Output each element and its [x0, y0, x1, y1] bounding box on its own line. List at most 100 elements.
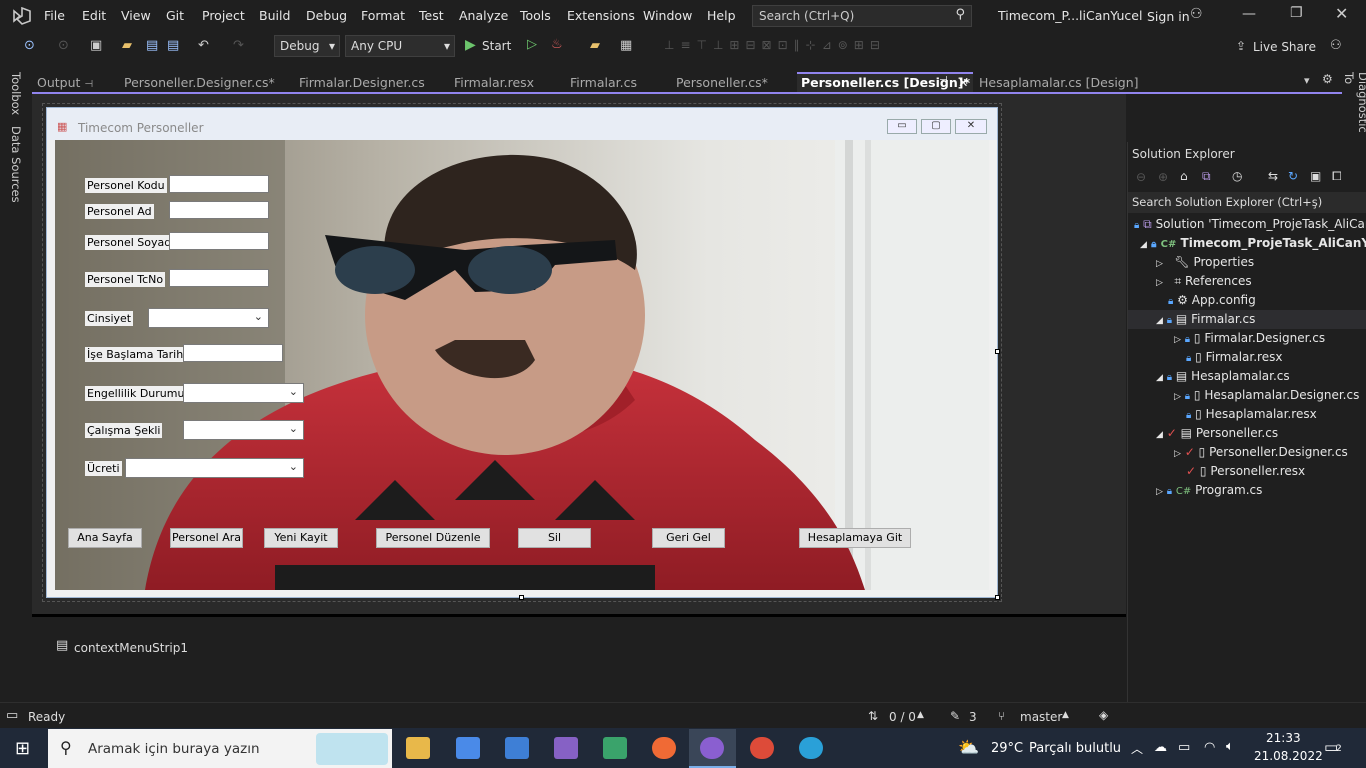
menu-window[interactable]: Window — [643, 8, 692, 23]
windows-start-icon[interactable]: ⊞ — [15, 738, 30, 759]
tree-item-properties[interactable]: ▷ 🔧︎ Properties — [1128, 253, 1366, 272]
config-select[interactable]: Debug ▾ — [274, 35, 340, 57]
mail-icon[interactable] — [505, 737, 529, 759]
textbox-ise-baslama-tarihi[interactable] — [183, 344, 283, 362]
minimize-icon[interactable]: — — [1242, 6, 1256, 22]
hot-reload-icon[interactable]: ♨ — [551, 37, 563, 52]
personel-ara-button[interactable]: Personel Ara — [170, 528, 243, 548]
sil-button[interactable]: Sil — [518, 528, 591, 548]
tab-output[interactable]: Output ⊣ — [33, 72, 97, 92]
geri-gel-button[interactable]: Geri Gel — [652, 528, 725, 548]
menu-analyze[interactable]: Analyze — [459, 8, 508, 23]
tab-personeller-design[interactable]: Personeller.cs [Design]* ⊣ ✕ — [797, 72, 973, 92]
tree-item-personeller-designer[interactable]: ▷ ✓ ▯ Personeller.Designer.cs — [1128, 443, 1366, 462]
save-all-icon[interactable]: ▤ — [167, 38, 179, 53]
weather-icon[interactable]: ⛅ — [958, 738, 979, 758]
onedrive-icon[interactable]: ☁ — [1154, 740, 1167, 755]
resize-handle-corner[interactable] — [995, 595, 1000, 600]
layout-icon[interactable]: ▦ — [620, 38, 632, 53]
history-icon[interactable]: ◷ — [1232, 169, 1242, 183]
open-folder-icon[interactable]: ▰ — [122, 38, 132, 53]
align-tools-icon[interactable]: ⊥≡⊤⊥⊞⊟⊠⊡∥⊹⊿⊚⊞⊟ — [664, 38, 886, 52]
excel-app-icon[interactable] — [603, 737, 627, 759]
start-button[interactable]: Start — [482, 39, 511, 53]
close-tab-icon[interactable]: ✕ — [958, 75, 968, 90]
gear-icon[interactable]: ⚙ — [1322, 72, 1333, 86]
vs-logo-icon[interactable] — [11, 6, 31, 25]
textbox-personel-ad[interactable] — [169, 201, 269, 219]
tree-item-hesaplamalar-resx[interactable]: 🔒︎ ▯ Hesaplamalar.resx — [1128, 405, 1366, 424]
platform-select[interactable]: Any CPU ▾ — [345, 35, 455, 57]
tab-firmalar-designer[interactable]: Firmalar.Designer.cs — [295, 72, 429, 92]
start-icon[interactable]: ▶ — [465, 37, 476, 53]
start-without-debug-icon[interactable]: ▷ — [527, 37, 537, 52]
tab-hesaplamalar-design[interactable]: Hesaplamalar.cs [Design] — [975, 72, 1143, 92]
menu-format[interactable]: Format — [361, 8, 405, 23]
menu-test[interactable]: Test — [419, 8, 444, 23]
tab-personeller-designer[interactable]: Personeller.Designer.cs* — [120, 72, 279, 92]
solution-search-input[interactable]: Search Solution Explorer (Ctrl+ş) — [1128, 192, 1366, 213]
file-explorer-icon[interactable] — [406, 737, 430, 759]
postman-icon[interactable] — [652, 737, 676, 759]
github-desktop-icon[interactable] — [700, 737, 724, 759]
menu-file[interactable]: File — [44, 8, 65, 23]
tree-item-app-config[interactable]: 🔒︎ ⚙ App.config — [1128, 291, 1366, 310]
clock-time[interactable]: 21:33 — [1266, 731, 1301, 745]
chevron-up-icon[interactable]: ▲ — [1062, 710, 1069, 720]
folder-icon[interactable]: ▰ — [590, 38, 600, 53]
restore-icon[interactable]: ❐ — [1290, 5, 1303, 21]
menu-tools[interactable]: Tools — [520, 8, 551, 23]
home-icon[interactable]: ⌂ — [1180, 169, 1188, 183]
weather-temp[interactable]: 29°C — [991, 741, 1023, 756]
chrome-icon[interactable] — [750, 737, 774, 759]
tab-firmalar-cs[interactable]: Firmalar.cs — [566, 72, 641, 92]
refresh-icon[interactable]: ↻ — [1288, 169, 1298, 183]
taskbar-search-input[interactable]: ⚲ Aramak için buraya yazın — [48, 729, 392, 768]
context-menu-strip-component[interactable]: contextMenuStrip1 — [74, 641, 188, 655]
show-all-files-icon[interactable]: ⧠ — [1332, 169, 1342, 184]
collapse-all-icon[interactable]: ▣ — [1310, 169, 1321, 183]
tree-item-personeller-cs[interactable]: ◢ ✓ ▤ Personeller.cs — [1128, 424, 1366, 443]
weather-desc[interactable]: Parçalı bulutlu — [1029, 741, 1121, 756]
pin-icon[interactable]: ⊣ — [939, 75, 948, 86]
tab-firmalar-resx[interactable]: Firmalar.resx — [450, 72, 538, 92]
tab-list-icon[interactable]: ▾ — [1304, 74, 1310, 87]
save-icon[interactable]: ▤ — [146, 38, 158, 53]
tree-item-firmalar-designer[interactable]: ▷ 🔒︎ ▯ Firmalar.Designer.cs — [1128, 329, 1366, 348]
person-icon[interactable]: ⚇ — [1190, 6, 1203, 22]
menu-extensions[interactable]: Extensions — [567, 8, 635, 23]
search-input[interactable]: Search (Ctrl+Q) ⚲ — [752, 5, 972, 27]
tree-item-hesaplamalar-cs[interactable]: ◢ 🔒︎ ▤ Hesaplamalar.cs — [1128, 367, 1366, 386]
vs-switch-views-icon[interactable]: ⧉ — [1202, 169, 1211, 184]
personel-duzenle-button[interactable]: Personel Düzenle — [376, 528, 490, 548]
textbox-personel-tcno[interactable] — [169, 269, 269, 287]
live-share-button[interactable]: Live Share — [1253, 40, 1316, 54]
menu-git[interactable]: Git — [166, 8, 184, 23]
data-sources-tab[interactable]: Data Sources — [9, 126, 23, 203]
sync-icon[interactable]: ⇆ — [1268, 169, 1278, 183]
tree-item-hesaplamalar-designer[interactable]: ▷ 🔒︎ ▯ Hesaplamalar.Designer.cs — [1128, 386, 1366, 405]
back-icon[interactable]: ⊖ — [1136, 170, 1146, 184]
status-changes[interactable]: 0 / 0 — [889, 710, 916, 724]
tree-item-solution[interactable]: 🔒︎ ⧉ Solution 'Timecom_ProjeTask_AliCanY… — [1128, 215, 1366, 234]
resize-handle-right[interactable] — [995, 349, 1000, 354]
menu-project[interactable]: Project — [202, 8, 245, 23]
redo-icon[interactable]: ↷ — [233, 38, 244, 53]
status-edits[interactable]: 3 — [969, 710, 977, 724]
form-maximize-icon[interactable]: ▢ — [921, 119, 951, 134]
live-share-icon[interactable]: ⇪ — [1236, 39, 1246, 53]
visual-studio-icon[interactable] — [554, 737, 578, 759]
sign-in-link[interactable]: Sign in — [1147, 9, 1190, 24]
textbox-personel-kodu[interactable] — [169, 175, 269, 193]
tab-personeller-cs[interactable]: Personeller.cs* — [672, 72, 772, 92]
combobox-ucreti[interactable]: ⌄ — [125, 458, 304, 478]
tree-item-references[interactable]: ▷ ⌗ References — [1128, 272, 1366, 291]
menu-edit[interactable]: Edit — [82, 8, 106, 23]
undo-icon[interactable]: ↶ — [198, 38, 209, 53]
menu-view[interactable]: View — [121, 8, 151, 23]
winform-window[interactable]: ▦ Timecom Personeller ▭ ▢ ✕ Personel Kod… — [46, 107, 998, 598]
battery-icon[interactable]: ▭ — [1178, 740, 1190, 755]
new-project-icon[interactable]: ▣ — [90, 38, 102, 53]
store-icon[interactable] — [456, 737, 480, 759]
menu-help[interactable]: Help — [707, 8, 736, 23]
